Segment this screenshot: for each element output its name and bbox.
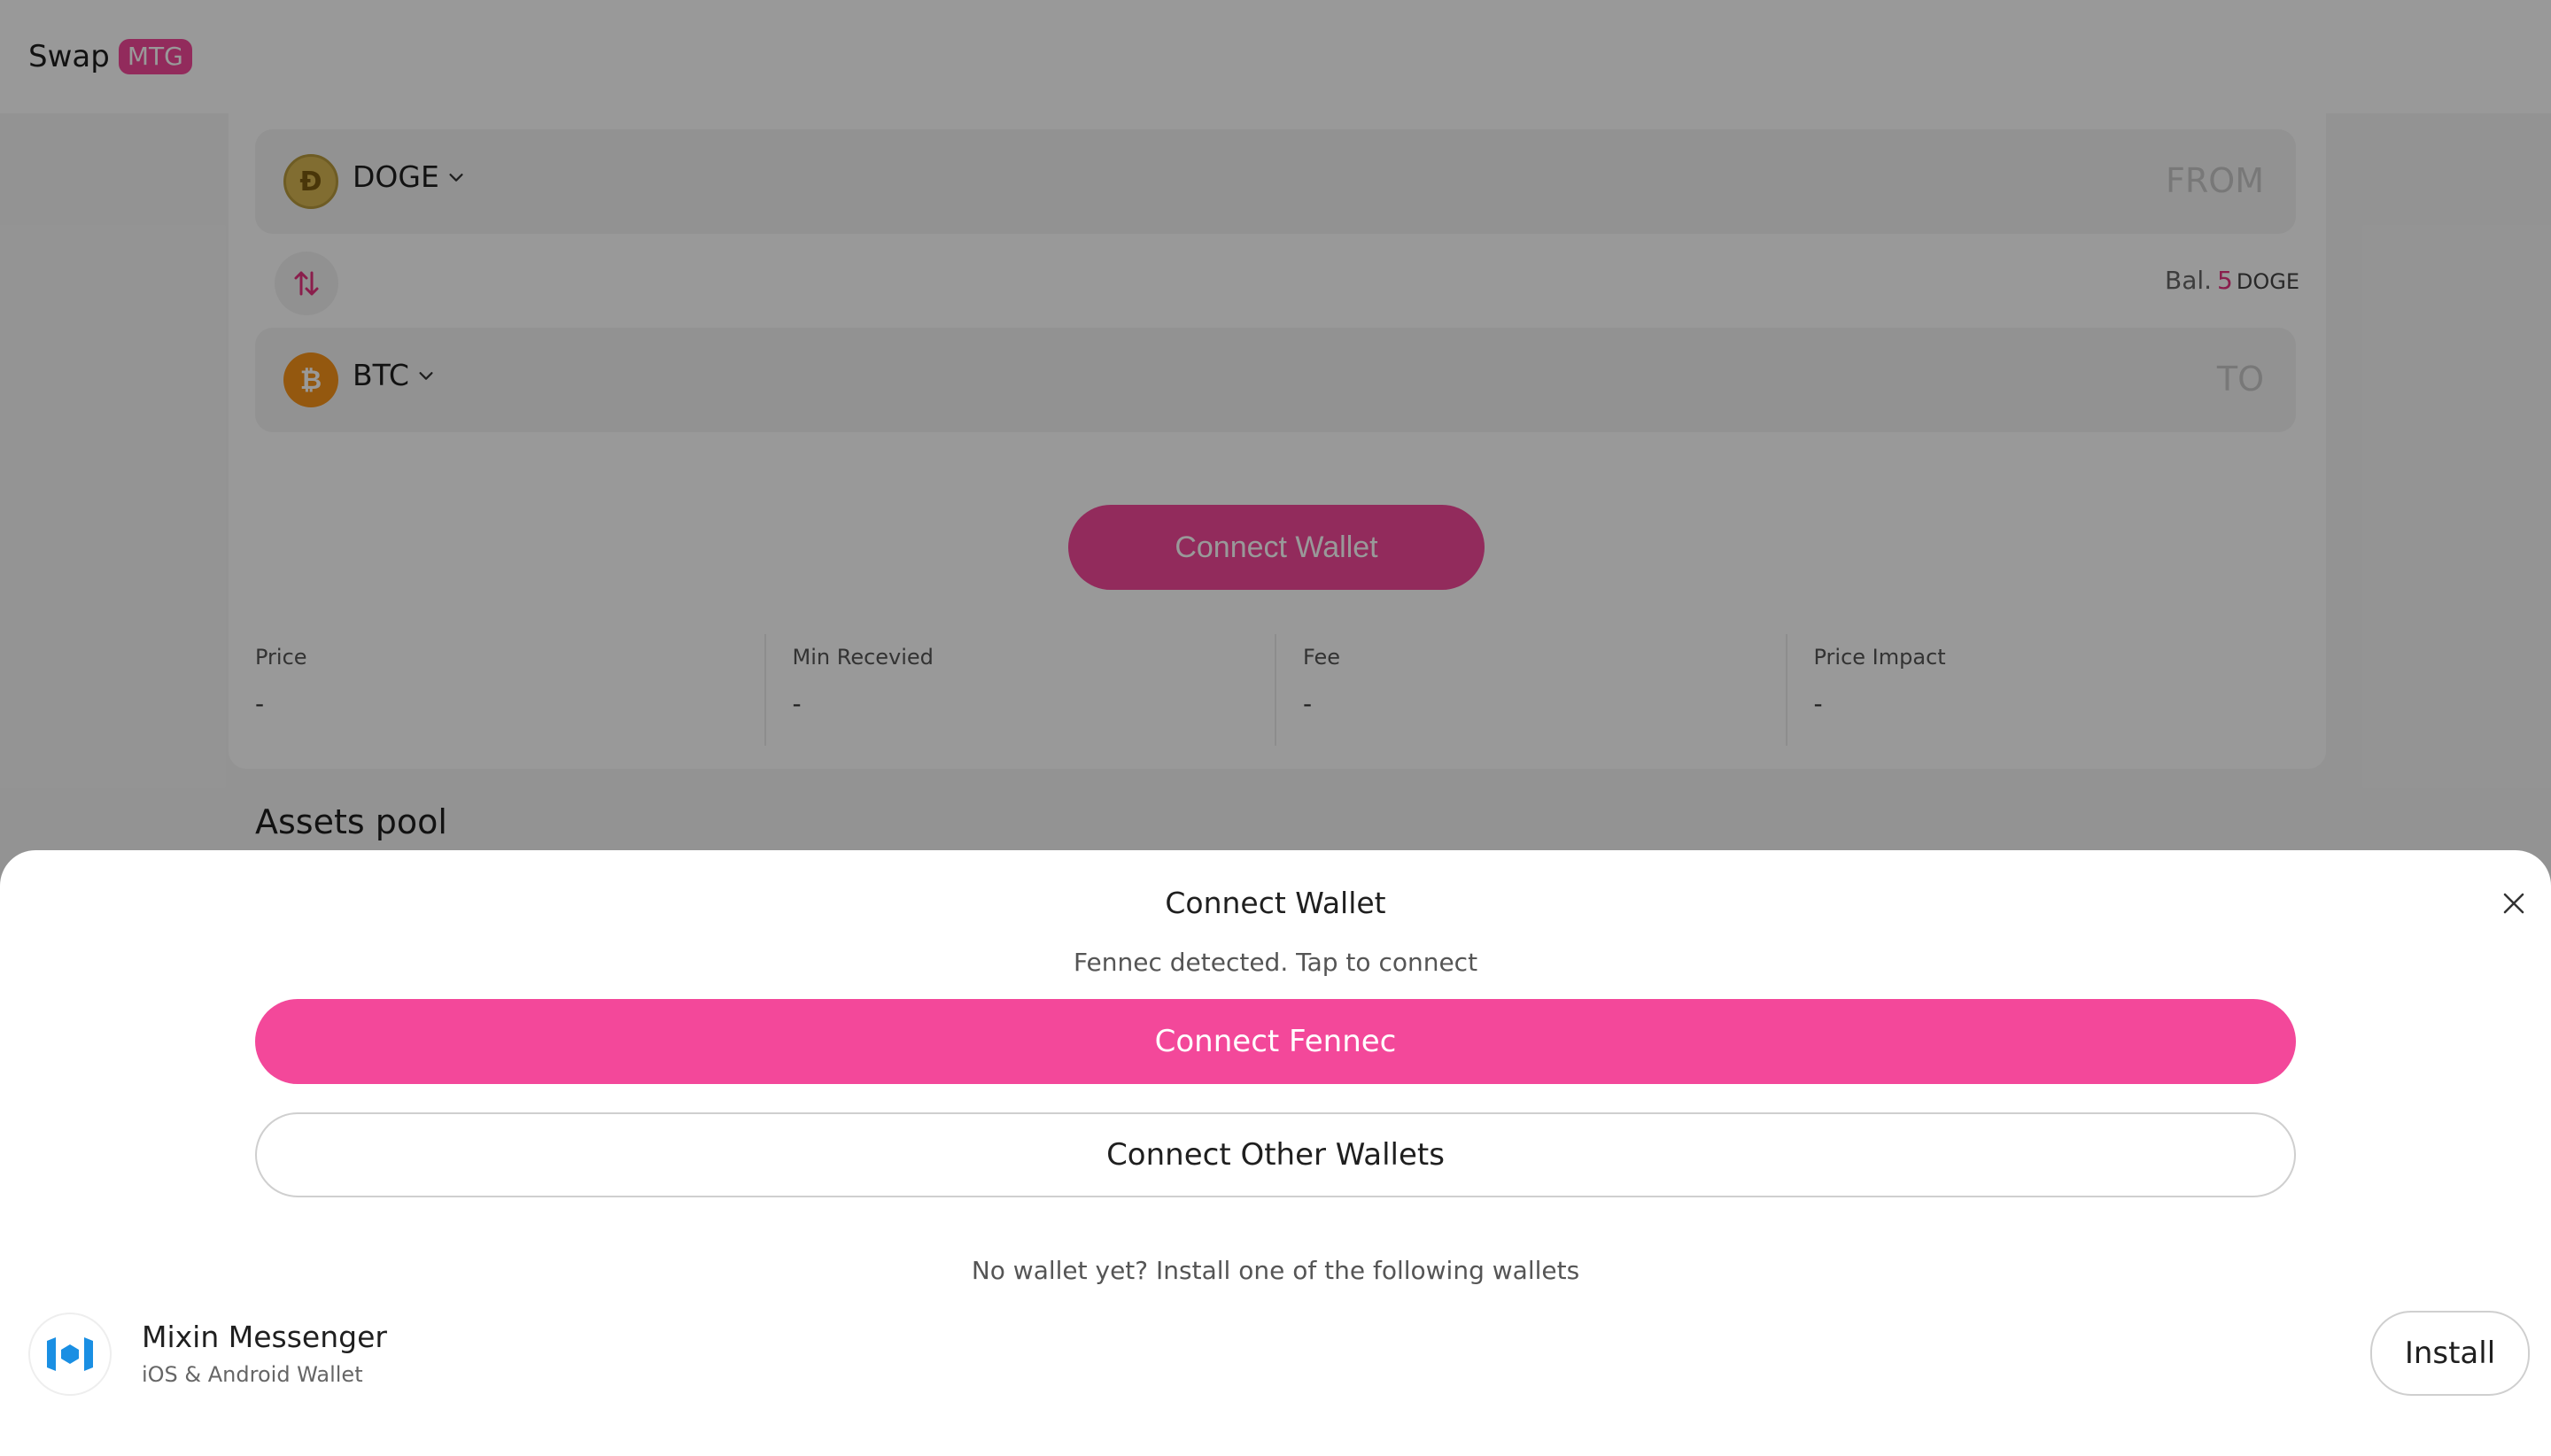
fennec-detected-text: Fennec detected. Tap to connect bbox=[1073, 948, 1478, 977]
install-button[interactable]: Install bbox=[2370, 1311, 2530, 1396]
close-icon bbox=[2503, 893, 2524, 914]
wallet-subtitle: iOS & Android Wallet bbox=[142, 1362, 363, 1387]
sheet-title: Connect Wallet bbox=[1165, 886, 1386, 920]
mixin-logo-icon bbox=[28, 1313, 112, 1396]
connect-fennec-button[interactable]: Connect Fennec bbox=[255, 999, 2296, 1084]
close-button[interactable] bbox=[2496, 886, 2532, 921]
wallet-item-mixin: Mixin Messenger iOS & Android Wallet Ins… bbox=[28, 1311, 2530, 1399]
wallet-name: Mixin Messenger bbox=[142, 1320, 387, 1354]
connect-wallet-sheet: Connect Wallet Fennec detected. Tap to c… bbox=[0, 850, 2551, 1456]
connect-other-wallets-button[interactable]: Connect Other Wallets bbox=[255, 1112, 2296, 1197]
install-hint-text: No wallet yet? Install one of the follow… bbox=[971, 1256, 1580, 1285]
